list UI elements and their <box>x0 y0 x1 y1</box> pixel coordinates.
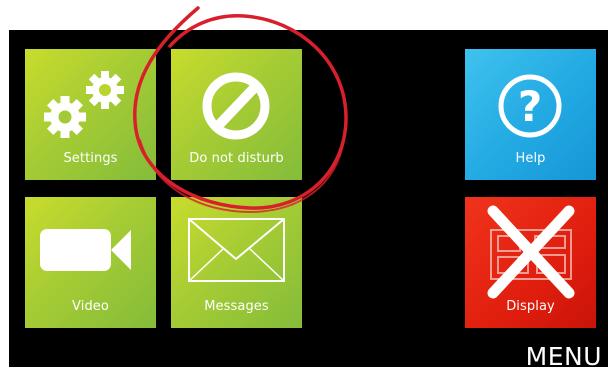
svg-text:?: ? <box>518 82 542 131</box>
display-tile[interactable]: Display <box>465 197 596 328</box>
help-tile[interactable]: ? Help <box>465 49 596 180</box>
help-label: Help <box>515 151 546 166</box>
display-label: Display <box>506 299 555 314</box>
messages-label: Messages <box>204 299 269 314</box>
settings-tile[interactable]: Settings <box>25 49 156 180</box>
do-not-disturb-tile[interactable]: Do not disturb <box>171 49 302 180</box>
messages-tile[interactable]: Messages <box>171 197 302 328</box>
video-tile[interactable]: Video <box>25 197 156 328</box>
menu-screen: Settings Do not disturb ? Help Video Mes… <box>9 30 608 371</box>
settings-label: Settings <box>63 151 118 166</box>
video-label: Video <box>72 299 109 314</box>
do-not-disturb-label: Do not disturb <box>189 151 284 166</box>
